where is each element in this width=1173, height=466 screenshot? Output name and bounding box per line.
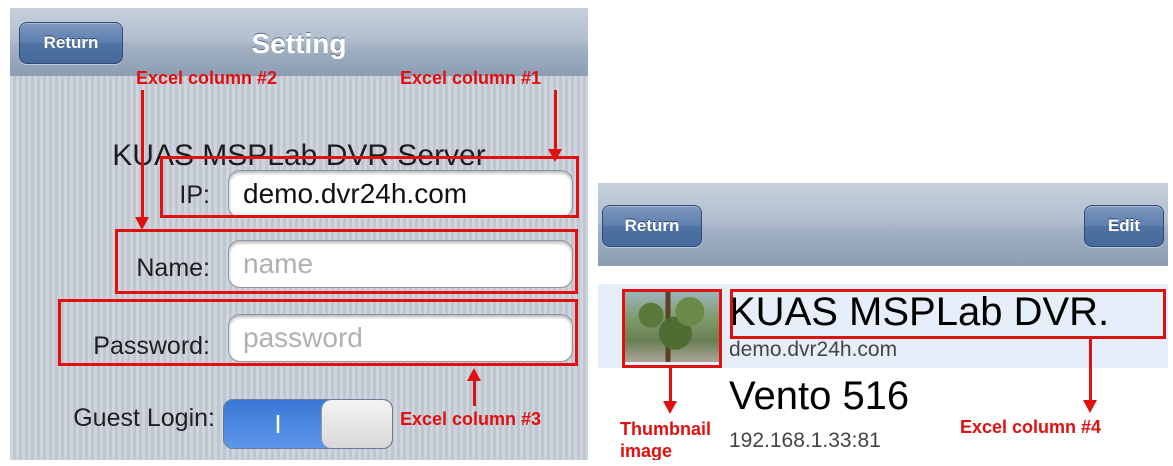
arrow-column-3: [467, 368, 481, 406]
highlight-name: [115, 229, 578, 294]
annotation-thumbnail-line2: image: [620, 441, 673, 460]
highlight-ip: [160, 156, 579, 218]
settings-screen: Return Setting KUAS MSPLab DVR Server IP…: [10, 8, 588, 460]
list-navbar: Return Edit: [598, 183, 1168, 267]
annotation-column-2: Excel column #2: [136, 68, 278, 88]
annotation-column-3: Excel column #3: [400, 409, 542, 429]
guest-login-toggle[interactable]: I: [223, 399, 393, 449]
arrow-column-4: [1083, 339, 1097, 413]
highlight-thumbnail: [622, 289, 722, 368]
arrow-column-2: [135, 90, 149, 230]
highlight-password: [58, 299, 578, 366]
toggle-knob: [321, 400, 392, 448]
annotation-thumbnail-line1: Thumbnail: [620, 419, 711, 439]
settings-navbar: Return Setting: [10, 8, 588, 77]
server-host: 192.168.1.33:81: [729, 429, 881, 452]
list-item[interactable]: Vento 516 192.168.1.33:81: [598, 368, 1168, 460]
toggle-on-indicator: I: [224, 400, 332, 448]
server-list-screen: Return Edit KUAS MSPLab DVR. demo.dvr24h…: [598, 183, 1168, 460]
annotation-column-4: Excel column #4: [960, 417, 1102, 437]
arrow-column-1: [548, 90, 562, 162]
page-title: Setting: [251, 28, 347, 59]
server-title: Vento 516: [729, 374, 910, 418]
edit-button[interactable]: Edit: [1084, 205, 1164, 247]
annotation-column-1: Excel column #1: [400, 68, 542, 88]
arrow-thumbnail: [663, 368, 677, 414]
guest-login-label: Guest Login:: [73, 404, 215, 432]
server-host: demo.dvr24h.com: [729, 338, 898, 361]
return-button-list[interactable]: Return: [602, 205, 702, 247]
highlight-title: [730, 289, 1166, 339]
